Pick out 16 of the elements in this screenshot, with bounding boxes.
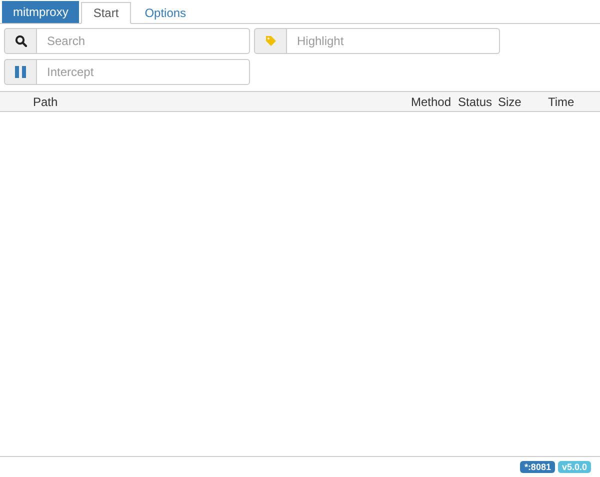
filter-input[interactable]: Search <box>37 28 250 54</box>
filter-input[interactable]: Intercept <box>37 59 250 85</box>
column-header[interactable]: Method <box>411 94 458 108</box>
nav-tab[interactable]: Start <box>81 2 131 24</box>
tag-icon <box>264 35 276 47</box>
status-badge: v5.0.0 <box>558 461 591 473</box>
column-header[interactable]: Size <box>498 94 548 108</box>
column-header[interactable]: Status <box>458 94 498 108</box>
nav-tab[interactable]: Options <box>132 2 198 24</box>
column-header[interactable]: Path <box>0 94 411 108</box>
search-icon <box>14 35 26 47</box>
status-badge: *:8081 <box>520 461 555 473</box>
app-brand: mitmproxy <box>2 1 80 23</box>
column-header[interactable]: Time <box>548 94 600 108</box>
filter-input[interactable]: Highlight <box>287 28 500 54</box>
pause-icon <box>15 66 26 78</box>
